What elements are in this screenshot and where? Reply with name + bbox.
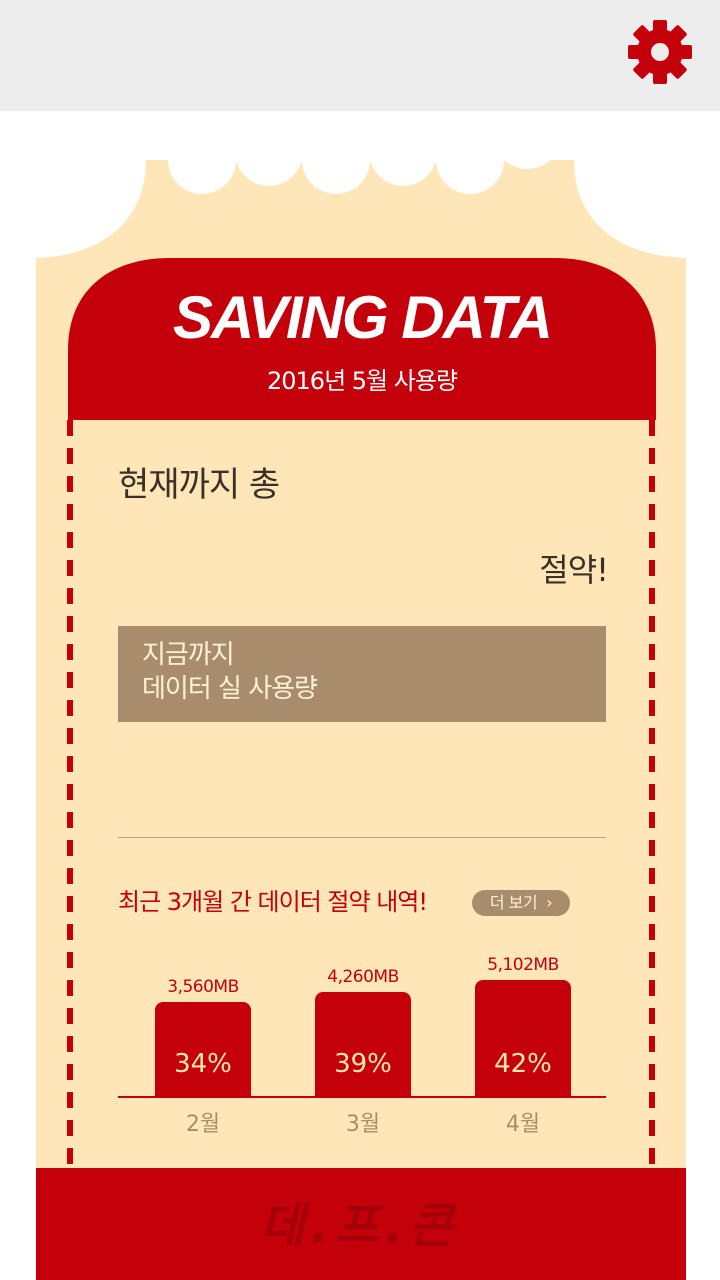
footer-logo: 데.프.콘 — [260, 1198, 460, 1254]
bar-percent-label: 39% — [334, 1049, 392, 1079]
bar-month-label: 2월 — [185, 1112, 221, 1137]
chart-bar — [315, 992, 411, 1096]
bar-percent-label: 34% — [174, 1049, 232, 1079]
bar-value-label: 5,102MB — [487, 955, 559, 975]
bar-month-label: 4월 — [505, 1112, 541, 1137]
bar-month-label: 3월 — [345, 1112, 381, 1137]
savings-bar-chart: 3,560MB 34% 2월 4,260MB 39% 3월 5,102MB 42% 4월 — [0, 0, 720, 1280]
bar-value-label: 4,260MB — [327, 967, 399, 987]
bar-value-label: 3,560MB — [167, 977, 239, 997]
bar-percent-label: 42% — [494, 1049, 552, 1079]
chart-axis — [118, 1096, 606, 1098]
